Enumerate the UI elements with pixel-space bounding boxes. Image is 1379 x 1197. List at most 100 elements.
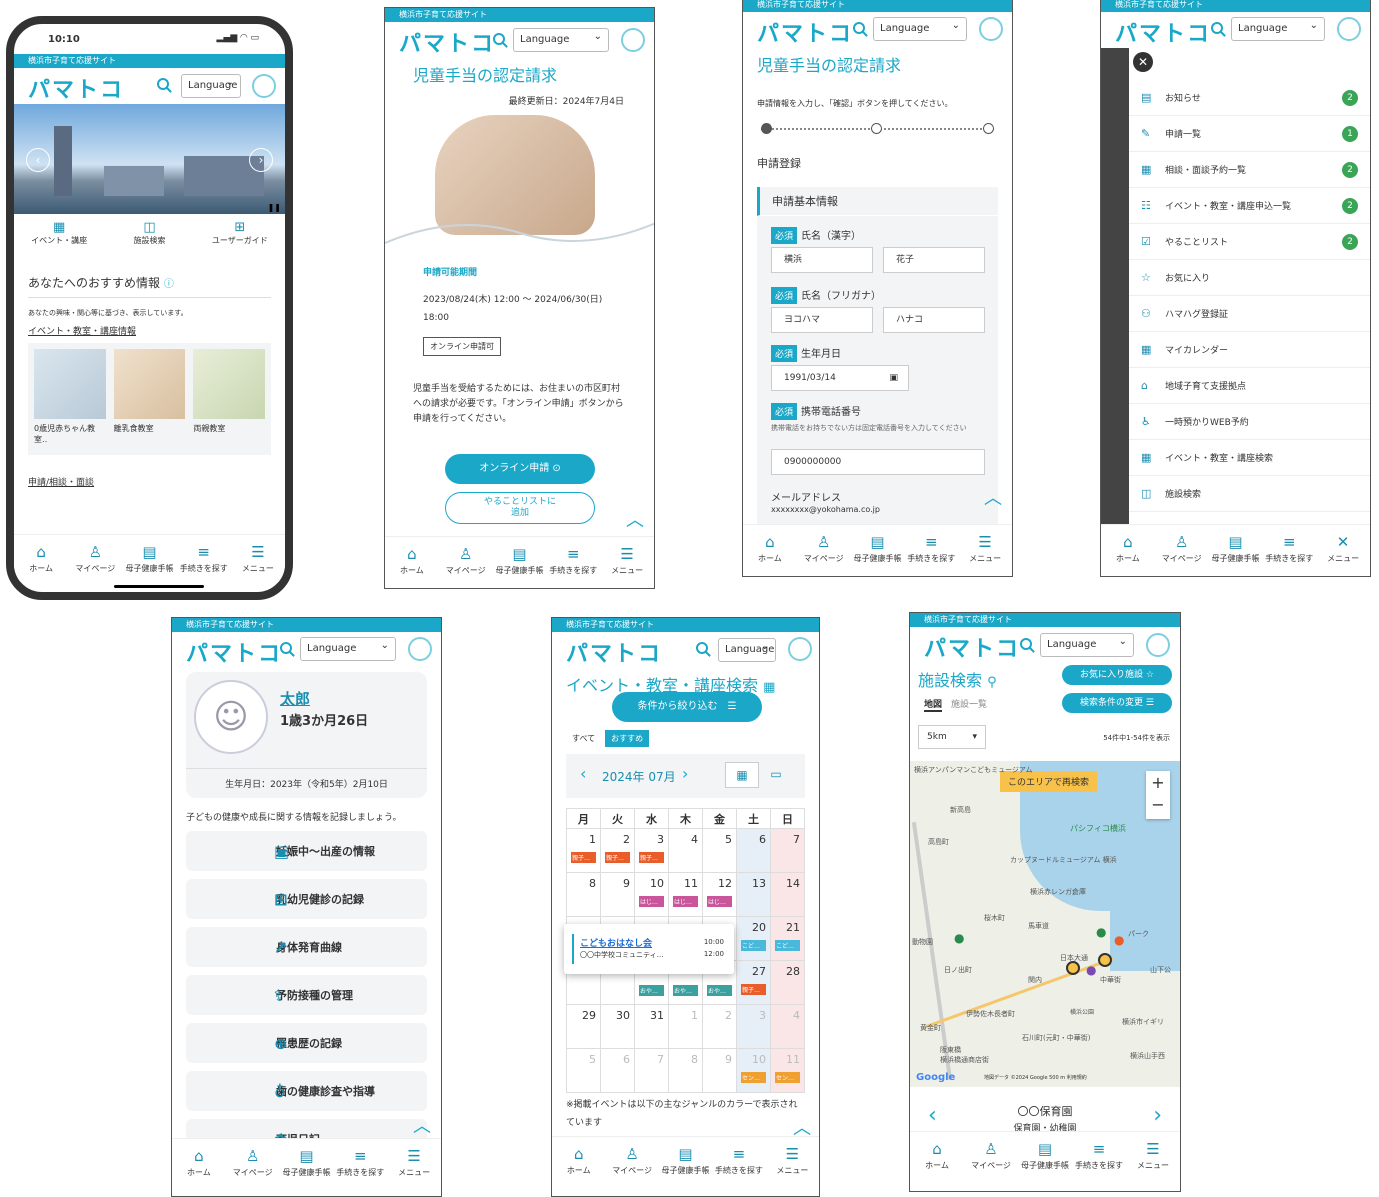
calendar-day[interactable]: 30 bbox=[600, 1004, 635, 1049]
next-month-icon[interactable]: › bbox=[682, 764, 688, 783]
calendar-day[interactable]: 12 はじ… bbox=[702, 872, 737, 917]
prev-facility-icon[interactable]: ‹ bbox=[928, 1103, 937, 1128]
pause-icon[interactable]: ❚❚ bbox=[268, 203, 281, 212]
prev-slide-button[interactable]: ‹ bbox=[26, 148, 50, 172]
event-chip[interactable]: はじ… bbox=[639, 896, 664, 907]
nav-home[interactable]: ⌂ ホーム bbox=[14, 535, 68, 582]
avatar[interactable] bbox=[788, 637, 812, 661]
map-pin-icon[interactable]: ● bbox=[1114, 933, 1124, 947]
language-select[interactable]: Language bbox=[300, 635, 396, 661]
nav-menu[interactable]: ☰ メニュー bbox=[387, 1139, 441, 1190]
calendar-day[interactable]: 6 bbox=[600, 1048, 635, 1093]
search-icon[interactable] bbox=[853, 22, 865, 34]
event-info-link[interactable]: イベント・教室・講座情報 bbox=[28, 324, 271, 337]
menu-item-facility-search[interactable]: ◫ 施設検索 bbox=[1129, 476, 1370, 512]
calendar-day[interactable]: 31 bbox=[634, 1004, 669, 1049]
zoom-out-button[interactable]: − bbox=[1146, 795, 1170, 819]
search-icon[interactable] bbox=[1211, 22, 1223, 34]
card[interactable]: 0歳児赤ちゃん教室‥ bbox=[34, 349, 106, 449]
nav-handbook[interactable]: ▤ 母子健康手帳 bbox=[280, 1139, 334, 1190]
language-select[interactable]: Language bbox=[181, 72, 241, 98]
calendar-day[interactable]: 7 bbox=[634, 1048, 669, 1093]
card[interactable]: 離乳食教室 bbox=[113, 349, 186, 449]
record-vaccination[interactable]: ⚕ 予防接種の管理 bbox=[186, 975, 427, 1015]
calendar-day[interactable]: 14 bbox=[770, 872, 805, 917]
avatar[interactable] bbox=[1337, 17, 1361, 41]
nav-handbook[interactable]: ▤ 母子健康手帳 bbox=[1209, 525, 1263, 576]
menu-item-todo[interactable]: ☑ やることリスト 2 bbox=[1129, 224, 1370, 260]
calendar-day[interactable]: 20 こど… bbox=[736, 916, 771, 961]
calendar-day[interactable]: 1 bbox=[668, 1004, 703, 1049]
event-chip[interactable]: はじ… bbox=[707, 896, 732, 907]
last-name-input[interactable]: 横浜 bbox=[771, 247, 873, 273]
calendar-day[interactable]: 3 親子… bbox=[634, 828, 669, 873]
record-pregnancy[interactable]: ▣ 妊娠中〜出産の情報 bbox=[186, 831, 427, 871]
calendar-day[interactable]: 5 bbox=[566, 1048, 601, 1093]
selected-pin-icon[interactable] bbox=[1066, 961, 1080, 975]
event-chip[interactable]: おや… bbox=[707, 985, 732, 996]
event-chip[interactable]: こど… bbox=[741, 940, 766, 951]
card[interactable]: 両親教室 bbox=[193, 349, 266, 449]
menu-item-consult[interactable]: ▦ 相談・面談予約一覧 2 bbox=[1129, 152, 1370, 188]
calendar-day[interactable]: 11 はじ… bbox=[668, 872, 703, 917]
zoom-in-button[interactable]: + bbox=[1146, 771, 1170, 795]
calendar-day[interactable]: 27 親子… bbox=[736, 960, 771, 1005]
event-chip[interactable]: はじ… bbox=[673, 896, 698, 907]
logo[interactable]: パマトコ bbox=[28, 72, 124, 104]
favorite-facility-button[interactable]: お気に入り施設 ☆ bbox=[1062, 665, 1172, 685]
menu-item-event-search[interactable]: ▦ イベント・教室・講座検索 bbox=[1129, 440, 1370, 476]
event-chip[interactable]: おや… bbox=[673, 985, 698, 996]
calendar-day[interactable]: 2 親子… bbox=[600, 828, 635, 873]
event-chip[interactable]: 親子… bbox=[639, 852, 664, 863]
nav-procedure[interactable]: ≡ 手続きを探す bbox=[333, 1139, 387, 1190]
tab-list[interactable]: 施設一覧 bbox=[951, 700, 987, 710]
close-icon[interactable]: ✕ bbox=[1133, 52, 1153, 72]
avatar[interactable] bbox=[252, 74, 276, 98]
language-select[interactable]: Language bbox=[718, 636, 776, 662]
info-icon[interactable]: ⓘ bbox=[164, 279, 174, 290]
filter-button[interactable]: 条件から絞り込む ☰ bbox=[612, 692, 762, 722]
quick-event[interactable]: ▦ イベント・講座 bbox=[14, 220, 104, 260]
list-view-button[interactable]: ▭ bbox=[759, 762, 793, 788]
menu-item-applications[interactable]: ✎ 申請一覧 1 bbox=[1129, 116, 1370, 152]
search-icon[interactable] bbox=[157, 78, 169, 90]
nav-mypage[interactable]: ♙ マイページ bbox=[797, 525, 851, 576]
menu-item-hamahug[interactable]: ⚇ ハマハグ登録証 bbox=[1129, 296, 1370, 332]
language-select[interactable]: Language bbox=[1040, 631, 1134, 657]
avatar[interactable] bbox=[1146, 633, 1170, 657]
event-popup[interactable]: こどもおはなし会 〇〇中学校コミュニティ… 10:00 12:00 bbox=[564, 924, 734, 974]
menu-item-event-apply[interactable]: ☷ イベント・教室・講座申込一覧 2 bbox=[1129, 188, 1370, 224]
nav-home[interactable]: ⌂ ホーム bbox=[385, 537, 439, 588]
nav-procedure[interactable]: ≡ 手続きを探す bbox=[1262, 525, 1316, 576]
nav-procedure[interactable]: ≡ 手続きを探す bbox=[904, 525, 958, 576]
scroll-top-icon[interactable]: ︿ bbox=[626, 506, 644, 532]
calendar-day[interactable]: 10 セン… bbox=[736, 1048, 771, 1093]
calendar-day[interactable]: 7 bbox=[770, 828, 805, 873]
logo[interactable]: パマトコ bbox=[1115, 16, 1211, 48]
calendar-day[interactable]: 8 bbox=[668, 1048, 703, 1093]
nav-menu[interactable]: ☰ メニュー bbox=[231, 535, 285, 582]
map-pin-icon[interactable]: ● bbox=[1086, 963, 1096, 977]
event-chip[interactable]: セン… bbox=[741, 1072, 766, 1083]
menu-item-news[interactable]: ▤ お知らせ 2 bbox=[1129, 80, 1370, 116]
calendar-day[interactable]: 2 bbox=[702, 1004, 737, 1049]
event-chip[interactable]: セン… bbox=[775, 1072, 800, 1083]
facility-info[interactable]: 〇〇保育園 保育園・幼稚園 bbox=[970, 1103, 1120, 1134]
logo[interactable]: パマトコ bbox=[924, 631, 1020, 663]
consult-link[interactable]: 申請/相談・面談 bbox=[28, 475, 271, 488]
menu-item-childcare[interactable]: ♿ 一時預かりWEB予約 bbox=[1129, 404, 1370, 440]
nav-home[interactable]: ⌂ ホーム bbox=[552, 1137, 605, 1188]
calendar-day[interactable]: 10 はじ… bbox=[634, 872, 669, 917]
calendar-day[interactable]: 11 セン… bbox=[770, 1048, 805, 1093]
online-apply-button[interactable]: オンライン申請 ⊙ bbox=[445, 454, 595, 484]
change-conditions-button[interactable]: 検索条件の変更 ☰ bbox=[1062, 693, 1172, 713]
birthdate-input[interactable]: 1991/03/14 ▣ bbox=[771, 365, 909, 391]
calendar-day[interactable]: 1 親子… bbox=[566, 828, 601, 873]
event-chip[interactable]: おや… bbox=[639, 985, 664, 996]
search-icon[interactable] bbox=[1020, 638, 1032, 650]
first-name-kana-input[interactable]: ハナコ bbox=[883, 307, 985, 333]
nav-handbook[interactable]: ▤ 母子健康手帳 bbox=[1018, 1132, 1072, 1183]
calendar-day[interactable]: 8 bbox=[566, 872, 601, 917]
search-icon[interactable] bbox=[280, 642, 292, 654]
nav-procedure[interactable]: ≡ 手続きを探す bbox=[177, 535, 231, 582]
